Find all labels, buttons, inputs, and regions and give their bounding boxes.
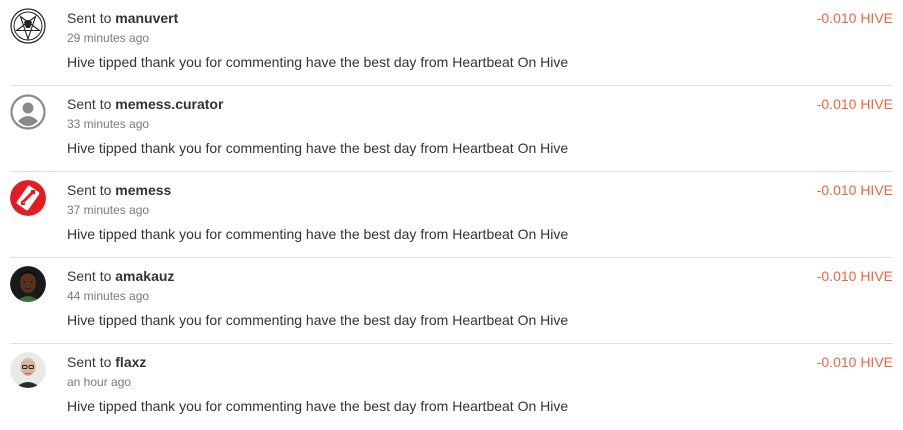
- transaction-row: Sent to flaxz an hour ago Hive tipped th…: [10, 344, 893, 430]
- transaction-row: Sent to amakauz 44 minutes ago Hive tipp…: [10, 258, 893, 344]
- avatar-memess[interactable]: [10, 180, 46, 216]
- transaction-memo: Hive tipped thank you for commenting hav…: [67, 140, 569, 156]
- avatar-memess-curator[interactable]: [10, 94, 46, 130]
- recipient-link[interactable]: memess: [115, 182, 171, 198]
- recipient-link[interactable]: amakauz: [115, 268, 174, 284]
- transaction-title: Sent to amakauz: [67, 267, 174, 285]
- transaction-list: Sent to manuvert 29 minutes ago Hive tip…: [0, 0, 903, 430]
- transaction-time: 29 minutes ago: [67, 31, 150, 45]
- memess-logo-icon: [10, 180, 46, 216]
- transaction-prefix: Sent to: [67, 354, 112, 370]
- transaction-amount: -0.010 HIVE: [816, 96, 893, 112]
- transaction-title: Sent to memess: [67, 181, 171, 199]
- transaction-prefix: Sent to: [67, 96, 112, 112]
- transaction-title: Sent to flaxz: [67, 353, 146, 371]
- transaction-time: an hour ago: [67, 375, 132, 389]
- transaction-title: Sent to manuvert: [67, 9, 178, 27]
- transaction-memo: Hive tipped thank you for commenting hav…: [67, 226, 569, 242]
- transaction-memo: Hive tipped thank you for commenting hav…: [67, 312, 569, 328]
- avatar-manuvert[interactable]: [10, 8, 46, 44]
- transaction-title: Sent to memess.curator: [67, 95, 223, 113]
- transaction-amount: -0.010 HIVE: [816, 268, 893, 284]
- transaction-prefix: Sent to: [67, 182, 112, 198]
- transaction-memo: Hive tipped thank you for commenting hav…: [67, 398, 569, 414]
- avatar-flaxz[interactable]: [10, 352, 46, 388]
- pentagram-icon: [10, 8, 46, 44]
- transaction-time: 44 minutes ago: [67, 289, 150, 303]
- transaction-amount: -0.010 HIVE: [816, 354, 893, 370]
- transaction-memo: Hive tipped thank you for commenting hav…: [67, 54, 569, 70]
- avatar-amakauz[interactable]: [10, 266, 46, 302]
- default-user-icon: [10, 94, 46, 130]
- transaction-row: Sent to memess.curator 33 minutes ago Hi…: [10, 86, 893, 172]
- transaction-row: Sent to manuvert 29 minutes ago Hive tip…: [10, 0, 893, 86]
- user-photo-icon: [10, 352, 46, 388]
- user-photo-icon: [10, 266, 46, 302]
- transaction-prefix: Sent to: [67, 10, 112, 26]
- recipient-link[interactable]: manuvert: [115, 10, 178, 26]
- recipient-link[interactable]: flaxz: [115, 354, 146, 370]
- transaction-time: 37 minutes ago: [67, 203, 150, 217]
- transaction-amount: -0.010 HIVE: [816, 182, 893, 198]
- recipient-link[interactable]: memess.curator: [115, 96, 223, 112]
- transaction-prefix: Sent to: [67, 268, 112, 284]
- transaction-amount: -0.010 HIVE: [816, 10, 893, 26]
- transaction-row: Sent to memess 37 minutes ago Hive tippe…: [10, 172, 893, 258]
- transaction-time: 33 minutes ago: [67, 117, 150, 131]
